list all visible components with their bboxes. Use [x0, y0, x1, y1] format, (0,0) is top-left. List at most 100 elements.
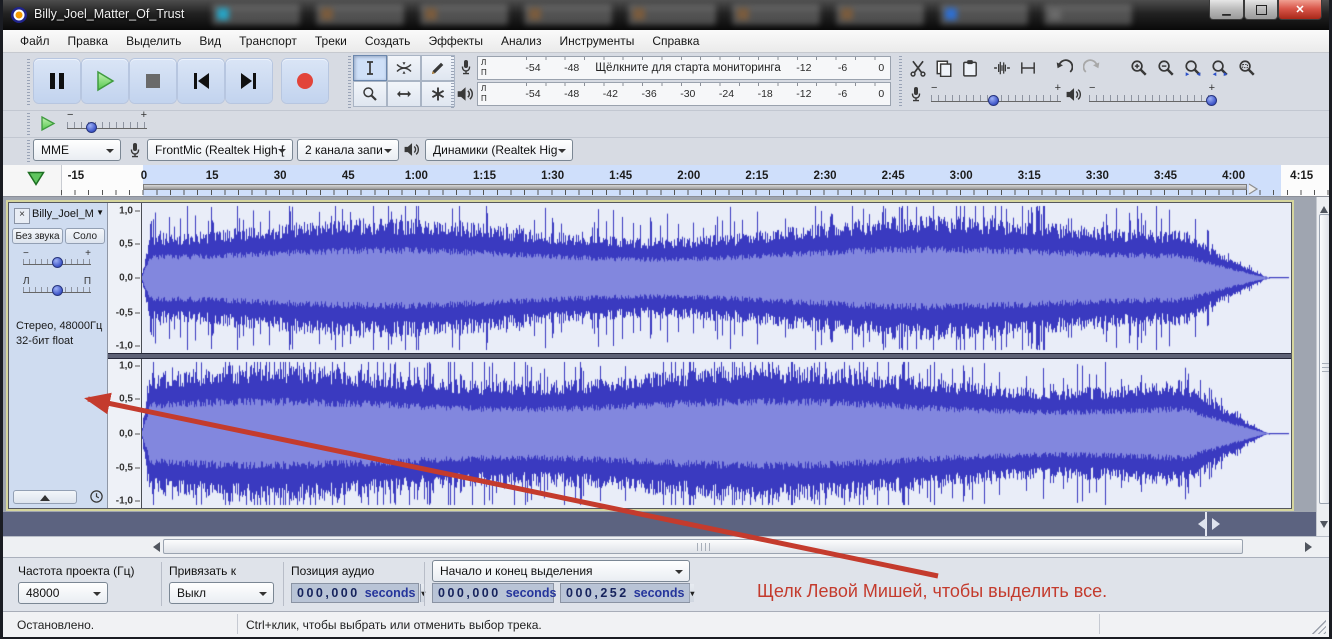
redo-button[interactable] [1080, 56, 1104, 80]
zoom-toggle-button[interactable] [1235, 56, 1259, 80]
slider-track[interactable] [67, 122, 147, 129]
menu-item-8[interactable]: Анализ [492, 31, 551, 51]
project-rate-select[interactable]: 48000 [18, 582, 108, 604]
track-collapse-button[interactable] [13, 490, 77, 504]
selection-start-field[interactable]: 000,000 seconds ▾ [432, 583, 554, 603]
draw-tool-button[interactable] [421, 55, 455, 81]
menu-item-1[interactable]: Правка [59, 31, 118, 51]
play-button[interactable] [82, 59, 128, 103]
scroll-right-arrow-icon[interactable] [1305, 542, 1317, 552]
mute-button[interactable]: Без звука [12, 228, 63, 244]
vertical-ruler-right-channel[interactable]: 1,00,50,0-0,5-1,0 [108, 359, 142, 508]
slider-thumb[interactable] [1206, 95, 1217, 106]
stop-button[interactable] [130, 59, 176, 103]
envelope-tool-button[interactable] [387, 55, 421, 81]
track-control-panel[interactable]: × Billy_Joel_M▼ Без звука Соло − + Л П [9, 203, 108, 508]
cursor-marker-left-icon [1192, 518, 1206, 530]
zoom-tool-button[interactable] [353, 81, 387, 107]
cut-button[interactable] [906, 56, 930, 80]
scroll-up-arrow-icon[interactable] [1320, 202, 1328, 213]
menu-item-2[interactable]: Выделить [117, 31, 190, 51]
slider-thumb[interactable] [988, 95, 999, 106]
menu-item-10[interactable]: Справка [643, 31, 708, 51]
recording-volume-slider[interactable]: − + [931, 84, 1061, 106]
zoom-out-button[interactable] [1154, 56, 1178, 80]
track-close-button[interactable]: × [14, 208, 30, 224]
recording-device-select[interactable]: FrontMic (Realtek High [ [147, 139, 293, 161]
menu-item-0[interactable]: Файл [11, 31, 59, 51]
play-at-speed-button[interactable] [35, 112, 59, 134]
menu-item-9[interactable]: Инструменты [551, 31, 644, 51]
scroll-down-arrow-icon[interactable] [1320, 521, 1328, 532]
pause-button[interactable] [34, 59, 80, 103]
vertical-scrollbar-thumb[interactable] [1319, 214, 1330, 504]
recording-channels-select[interactable]: 2 канала запи [297, 139, 399, 161]
slider-min-label: − [67, 109, 73, 121]
fit-project-button[interactable] [1208, 56, 1232, 80]
close-button[interactable]: ✕ [1278, 0, 1322, 20]
fit-selection-button[interactable] [1181, 56, 1205, 80]
timeshift-tool-button[interactable] [387, 81, 421, 107]
audio-track[interactable]: × Billy_Joel_M▼ Без звука Соло − + Л П [8, 202, 1292, 509]
waveform-left-channel[interactable] [142, 203, 1291, 353]
playback-meter-speaker-icon[interactable] [456, 85, 474, 108]
silence-audio-button[interactable] [1016, 56, 1040, 80]
scroll-left-arrow-icon[interactable] [148, 542, 160, 552]
snap-to-select[interactable]: Выкл [169, 582, 274, 604]
timeline-pin-icon[interactable] [27, 171, 45, 191]
paste-button[interactable] [958, 56, 982, 80]
menu-item-7[interactable]: Эффекты [419, 31, 492, 51]
trim-audio-button[interactable] [990, 56, 1014, 80]
title-bar[interactable]: Billy_Joel_Matter_Of_Trust [0, 0, 1332, 30]
maximize-button[interactable] [1244, 0, 1278, 20]
output-device-speaker-icon [403, 141, 420, 163]
menu-item-4[interactable]: Транспорт [230, 31, 306, 51]
selection-mode-select[interactable]: Начало и конец выделения [432, 560, 690, 582]
playback-device-select[interactable]: Динамики (Realtek Hig [425, 139, 573, 161]
slider-thumb[interactable] [86, 122, 97, 133]
solo-button[interactable]: Соло [65, 228, 105, 244]
timeline-label: 1:15 [473, 170, 496, 182]
channel-separator[interactable] [108, 353, 1291, 359]
selection-tool-button[interactable] [353, 55, 387, 81]
audio-host-select[interactable]: MME [33, 139, 121, 161]
zoom-in-button[interactable] [1127, 56, 1151, 80]
timeline-ruler[interactable]: -1501530451:001:151:301:452:002:152:302:… [3, 165, 1329, 197]
blurred-tab [940, 4, 1028, 25]
menu-item-3[interactable]: Вид [190, 31, 230, 51]
menu-item-5[interactable]: Треки [306, 31, 356, 51]
slider-thumb[interactable] [52, 285, 63, 296]
window-resize-grip[interactable] [1312, 620, 1326, 634]
track-info: Стерео, 48000Гц 32-бит float [16, 319, 102, 349]
track-pan-slider[interactable]: Л П [23, 279, 91, 297]
skip-to-start-button[interactable] [178, 59, 224, 103]
audio-position-field[interactable]: 000,000 seconds ▾ [291, 583, 419, 603]
track-gain-slider[interactable]: − + [23, 251, 91, 269]
empty-track-space[interactable] [3, 512, 1316, 536]
timeline-label: -15 [68, 170, 85, 182]
slider-track[interactable] [1089, 95, 1215, 102]
copy-button[interactable] [932, 56, 956, 80]
horizontal-scrollbar[interactable] [3, 536, 1329, 557]
monitoring-message[interactable]: Щёлкните для старта мониторинга [595, 62, 781, 74]
play-speed-slider[interactable]: − + [67, 111, 147, 133]
undo-button[interactable] [1052, 56, 1076, 80]
selection-end-field[interactable]: 000,252 seconds ▾ [560, 583, 690, 603]
horizontal-scrollbar-thumb[interactable] [163, 539, 1243, 554]
skip-to-end-button[interactable] [226, 59, 272, 103]
record-meter-mic-icon[interactable] [458, 59, 474, 80]
multi-tool-button[interactable] [421, 81, 455, 107]
chevron-down-icon[interactable]: ▾ [689, 584, 694, 602]
track-title-menu[interactable]: Billy_Joel_M▼ [32, 208, 104, 222]
timeline-label: 3:30 [1086, 170, 1109, 182]
recording-meter[interactable]: Л П -54-48-12-60 Щёлкните для старта мон… [477, 56, 891, 80]
vertical-ruler-left-channel[interactable]: 1,00,50,0-0,5-1,0 [108, 203, 142, 353]
waveform-right-channel[interactable] [142, 359, 1291, 508]
timetrack-clock-icon[interactable] [89, 489, 104, 509]
menu-item-6[interactable]: Создать [356, 31, 420, 51]
playback-volume-slider[interactable]: − + [1089, 84, 1215, 106]
minimize-button[interactable]: ▁ [1209, 0, 1244, 20]
slider-thumb[interactable] [52, 257, 63, 268]
playback-meter[interactable]: Л П -54-48-42-36-30-24-18-12-60 [477, 82, 891, 106]
record-button[interactable] [282, 59, 328, 103]
